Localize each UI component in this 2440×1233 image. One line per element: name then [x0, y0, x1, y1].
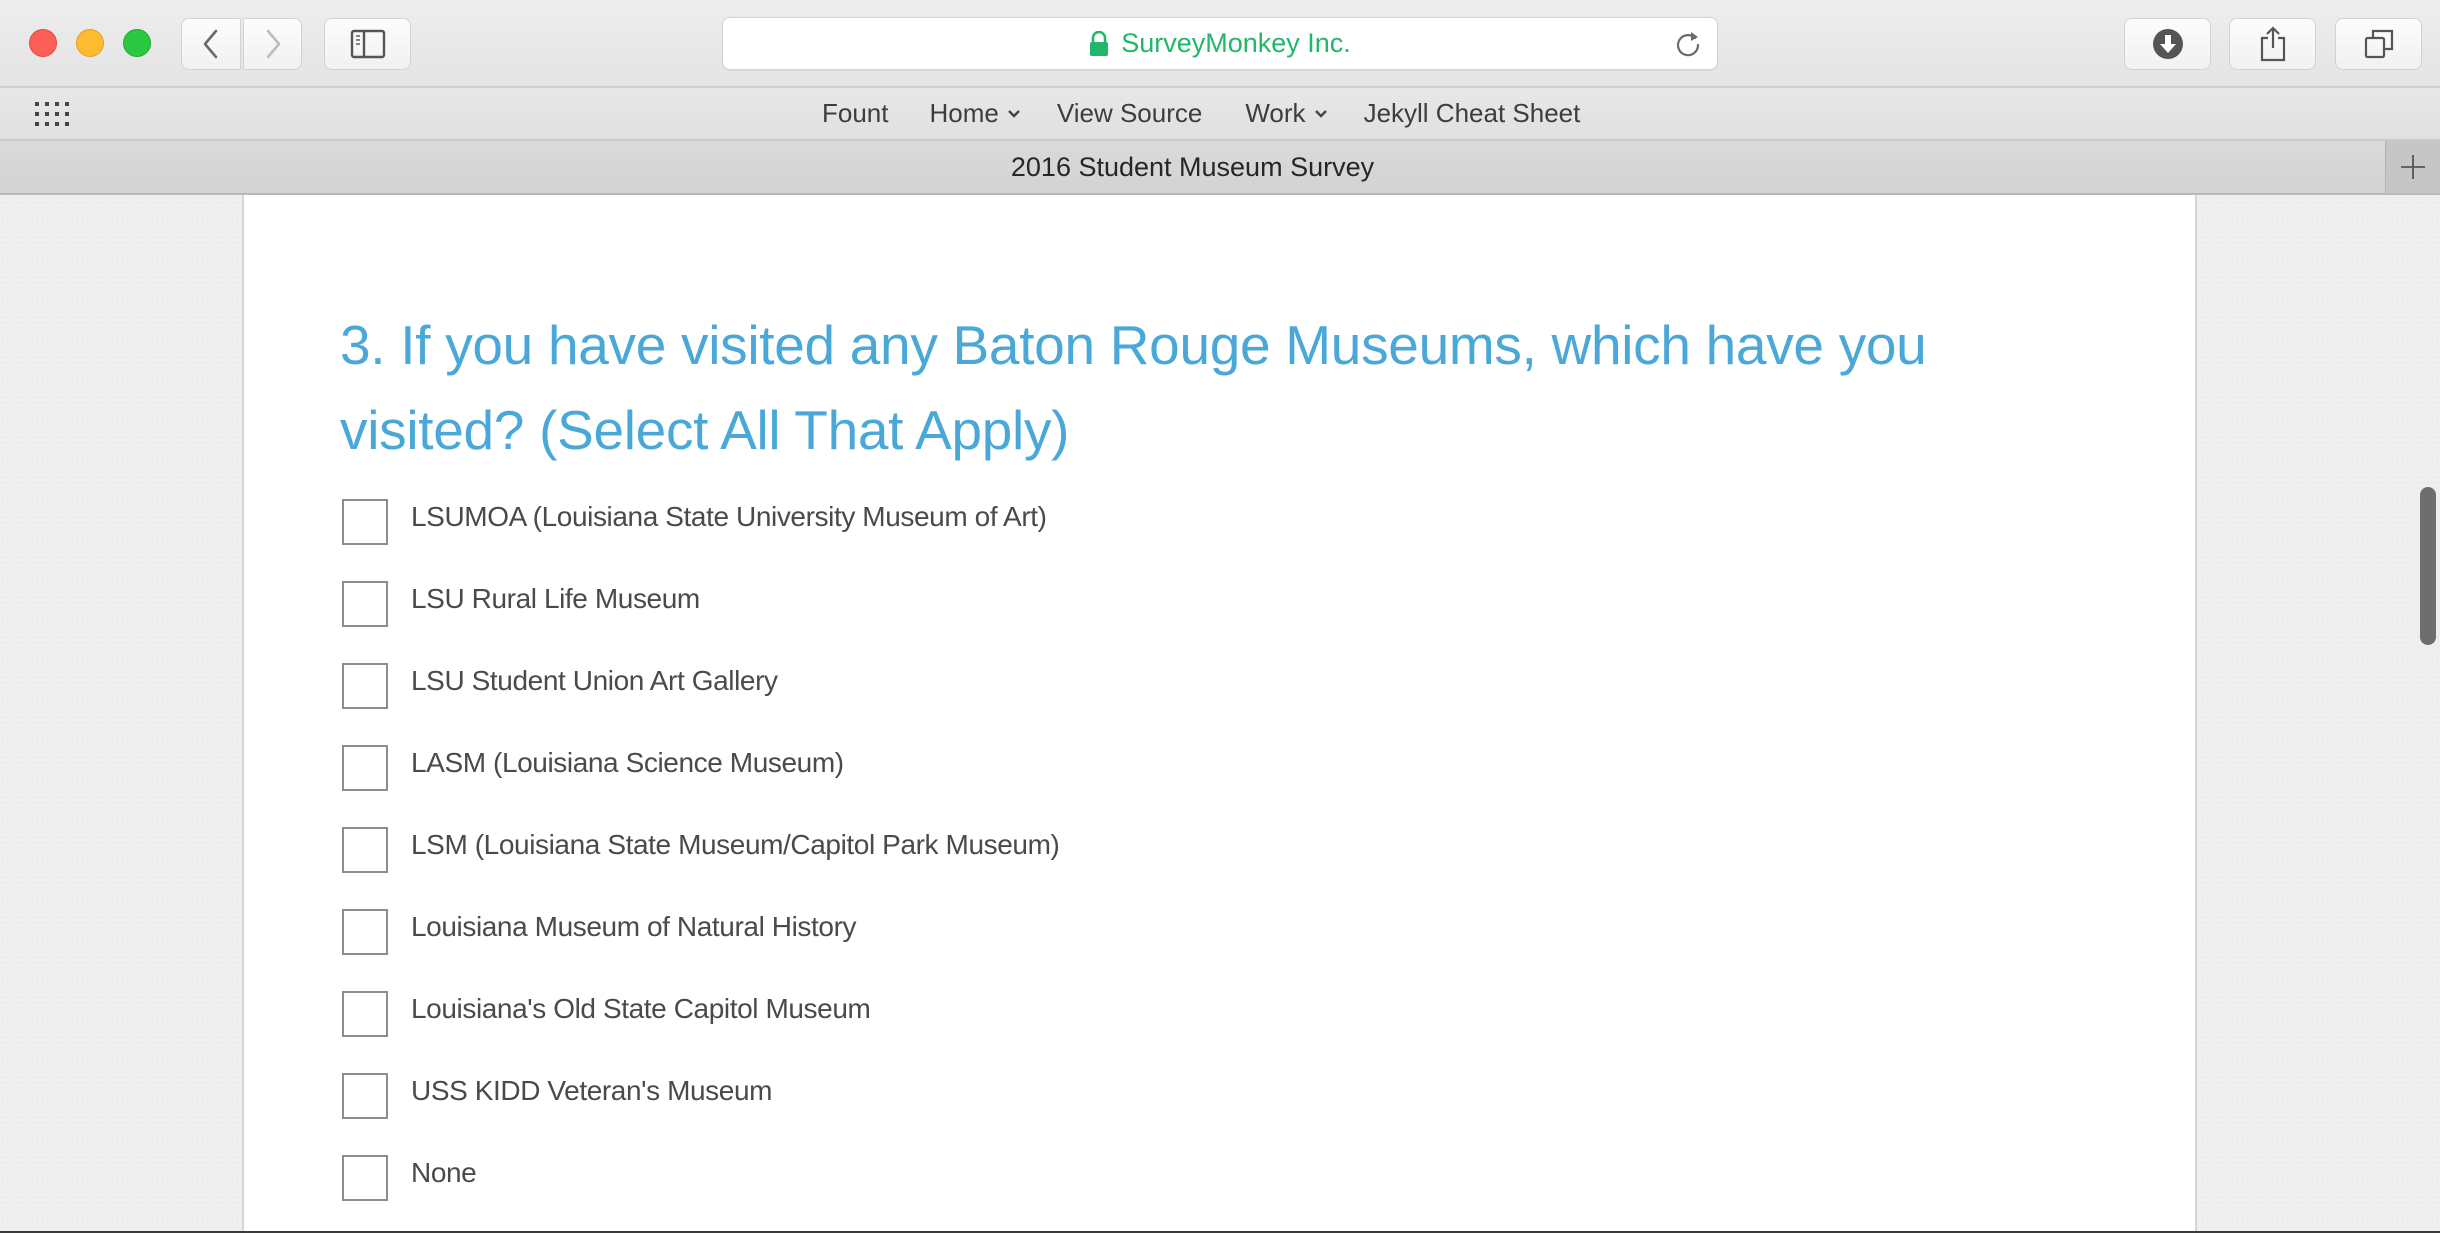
checkbox[interactable]: [342, 1073, 388, 1119]
bookmark-label: Jekyll Cheat Sheet: [1363, 98, 1581, 128]
tab-overview-button[interactable]: [2335, 18, 2422, 70]
option-label: LSM (Louisiana State Museum/Capitol Park…: [411, 829, 1060, 860]
bookmark-label: Work: [1245, 98, 1306, 128]
share-icon: [2260, 26, 2285, 62]
bookmark-jekyll-cheat-sheet[interactable]: Jekyll Cheat Sheet: [1364, 98, 1581, 129]
option-label: LASM (Louisiana Science Museum): [411, 747, 844, 778]
new-tab-button[interactable]: [2385, 141, 2440, 193]
option-old-state-capitol[interactable]: Louisiana's Old State Capitol Museum: [342, 991, 1059, 1073]
reload-icon[interactable]: [1673, 29, 1703, 59]
chevron-right-icon: [266, 29, 280, 59]
back-button[interactable]: [181, 18, 241, 70]
downloads-button[interactable]: [2124, 18, 2211, 70]
question-title: 3. If you have visited any Baton Rouge M…: [340, 314, 1927, 461]
option-label: LSUMOA (Louisiana State University Museu…: [411, 501, 1047, 532]
checkbox[interactable]: [342, 909, 388, 955]
share-button[interactable]: [2229, 18, 2316, 70]
option-lasm[interactable]: LASM (Louisiana Science Museum): [342, 745, 1059, 827]
option-none[interactable]: None: [342, 1155, 1059, 1233]
lock-icon: [1090, 30, 1109, 56]
vertical-scrollbar-thumb[interactable]: [2420, 487, 2436, 645]
option-lsu-rural-life[interactable]: LSU Rural Life Museum: [342, 581, 1059, 663]
checkbox[interactable]: [342, 991, 388, 1037]
survey-page: 3. If you have visited any Baton Rouge M…: [242, 195, 2197, 1231]
bookmark-fount[interactable]: Fount: [822, 98, 889, 129]
active-tab[interactable]: 2016 Student Museum Survey: [0, 141, 2385, 193]
tab-bar: 2016 Student Museum Survey: [0, 141, 2440, 195]
site-identity: SurveyMonkey Inc.: [1121, 28, 1351, 58]
bookmark-label: View Source: [1056, 98, 1203, 128]
option-label: LSU Rural Life Museum: [411, 583, 700, 614]
sidebar-toggle-button[interactable]: [324, 18, 411, 70]
checkbox[interactable]: [342, 1155, 388, 1201]
option-lsu-student-union[interactable]: LSU Student Union Art Gallery: [342, 663, 1059, 745]
option-label: Louisiana Museum of Natural History: [411, 911, 857, 942]
checkbox[interactable]: [342, 745, 388, 791]
checkbox[interactable]: [342, 581, 388, 627]
web-content: 3. If you have visited any Baton Rouge M…: [0, 195, 2440, 1233]
option-label: USS KIDD Veteran's Museum: [411, 1075, 773, 1106]
bookmark-view-source[interactable]: View Source: [1057, 98, 1203, 129]
option-label: None: [411, 1157, 477, 1188]
tab-title: 2016 Student Museum Survey: [1010, 151, 1375, 182]
chevron-left-icon: [203, 29, 218, 59]
address-bar[interactable]: SurveyMonkey Inc.: [722, 17, 1718, 70]
tab-overview-icon: [2364, 29, 2393, 59]
option-uss-kidd[interactable]: USS KIDD Veteran's Museum: [342, 1073, 1059, 1155]
address-secure-label: SurveyMonkey Inc.: [1089, 28, 1351, 59]
answer-options: LSUMOA (Louisiana State University Museu…: [342, 499, 1060, 1233]
option-natural-history[interactable]: Louisiana Museum of Natural History: [342, 909, 1059, 991]
bookmark-home-folder[interactable]: Home: [930, 98, 1021, 129]
close-window-button[interactable]: [29, 29, 57, 57]
bookmark-label: Fount: [822, 98, 889, 128]
download-icon: [2152, 29, 2183, 59]
grid-icon[interactable]: [35, 101, 71, 127]
forward-button[interactable]: [243, 18, 302, 70]
sidebar-icon: [350, 29, 385, 59]
checkbox[interactable]: [342, 827, 388, 873]
option-lsm[interactable]: LSM (Louisiana State Museum/Capitol Park…: [342, 827, 1060, 909]
plus-icon: [2401, 155, 2425, 179]
bookmarks-bar: Fount Home View Source Work Jekyll Cheat…: [0, 88, 2440, 141]
option-label: Louisiana's Old State Capitol Museum: [411, 993, 871, 1024]
checkbox[interactable]: [342, 499, 388, 545]
chevron-down-icon: [1008, 109, 1020, 118]
zoom-window-button[interactable]: [123, 29, 151, 57]
option-label: LSU Student Union Art Gallery: [411, 665, 778, 696]
bookmark-work-folder[interactable]: Work: [1245, 98, 1327, 129]
minimize-window-button[interactable]: [76, 29, 104, 57]
checkbox[interactable]: [342, 663, 388, 709]
browser-toolbar: SurveyMonkey Inc.: [0, 0, 2440, 88]
bookmark-label: Home: [929, 98, 999, 128]
chevron-down-icon: [1314, 109, 1327, 118]
option-lsumoa[interactable]: LSUMOA (Louisiana State University Museu…: [342, 499, 1059, 581]
